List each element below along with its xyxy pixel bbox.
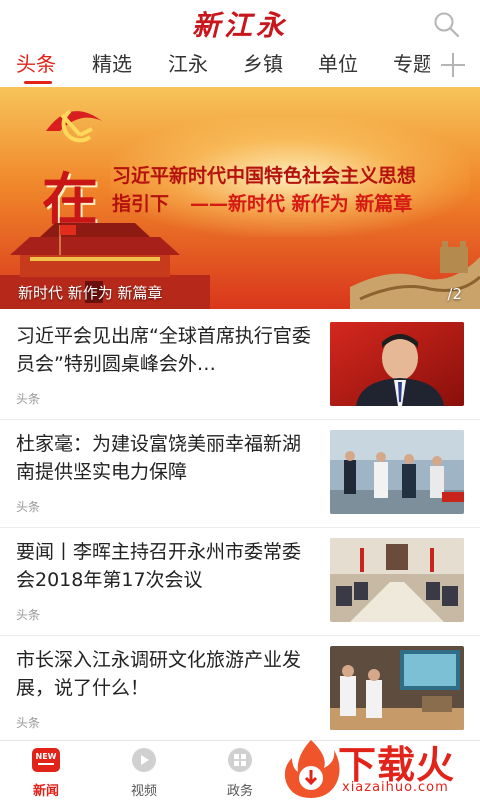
news-list-item[interactable]: 习近平会见出席“全球首席执行官委员会”特别圆桌峰会外… 头条 (0, 312, 480, 420)
tab-towns[interactable]: 乡镇 (243, 48, 283, 77)
nav-video-label: 视频 (130, 784, 157, 799)
nav-news-label: 新闻 (32, 784, 59, 799)
news-tag: 头条 (16, 716, 41, 730)
banner-headline-line2b: ——新时代 新作为 新篇章 (190, 193, 413, 215)
news-title: 市长深入江永调研文化旅游产业发展，说了什么！ (16, 649, 302, 699)
nav-government-label: 政务 (226, 784, 253, 799)
tab-units[interactable]: 单位 (318, 48, 358, 77)
tab-topics[interactable]: 专题 (393, 48, 430, 77)
news-title: 要闻丨李晖主持召开永州市委常委会2018年第17次会议 (16, 541, 302, 591)
watermark: 下载火 xiazaihuo.com (280, 738, 480, 800)
banner-caption: 新时代 新作为 新篇章 (18, 284, 163, 302)
banner-page-counter: /2 (447, 285, 462, 303)
search-icon (434, 12, 460, 38)
watermark-subtitle: xiazaihuo.com (342, 780, 449, 795)
news-tag: 头条 (16, 392, 41, 406)
play-icon (132, 748, 156, 772)
news-thumbnail (330, 538, 464, 622)
conference-room-image (330, 538, 464, 622)
news-tag: 头条 (16, 500, 41, 514)
news-thumbnail (330, 322, 464, 406)
banner-headline-line2a: 指引下 (112, 193, 170, 215)
museum-visit-image (330, 646, 464, 730)
portrait-image (330, 322, 464, 406)
channel-tabs: 头条 精选 江永 乡镇 单位 专题 (0, 48, 430, 86)
news-list-item[interactable]: 杜家毫：为建设富饶美丽幸福新湖南提供坚实电力保障 头条 (0, 420, 480, 528)
nav-government[interactable]: 政务 (210, 747, 270, 799)
news-tag: 头条 (16, 608, 41, 622)
banner-carousel[interactable]: 在 习近平新时代中国特色社会主义思想 指引下 ——新时代 新作为 新篇章 新时代… (0, 87, 480, 309)
add-channel-button[interactable] (438, 50, 468, 80)
plus-icon (441, 53, 465, 77)
tab-featured[interactable]: 精选 (92, 48, 132, 77)
nav-video[interactable]: 视频 (114, 747, 174, 799)
app-header: 新江永 头条 精选 江永 乡镇 单位 专题 (0, 0, 480, 88)
news-title: 杜家毫：为建设富饶美丽幸福新湖南提供坚实电力保障 (16, 433, 302, 483)
party-emblem-icon (46, 109, 102, 143)
news-thumbnail (330, 430, 464, 514)
news-list-item[interactable]: 市长深入江永调研文化旅游产业发展，说了什么！ 头条 (0, 636, 480, 744)
app-logo: 新江永 (191, 9, 288, 42)
news-badge: NEW (36, 752, 57, 761)
news-icon: NEW (32, 748, 60, 772)
active-tab-indicator (24, 81, 52, 84)
nav-news[interactable]: NEW 新闻 (16, 747, 76, 799)
news-title: 习近平会见出席“全球首席执行官委员会”特别圆桌峰会外… (16, 325, 311, 375)
news-list-item[interactable]: 要闻丨李晖主持召开永州市委常委会2018年第17次会议 头条 (0, 528, 480, 636)
flame-logo-icon (284, 740, 340, 798)
search-button[interactable] (432, 10, 462, 40)
tab-jiangyong[interactable]: 江永 (168, 48, 208, 77)
meeting-photo-image (330, 430, 464, 514)
banner-headline-line1: 习近平新时代中国特色社会主义思想 (112, 165, 417, 187)
grid-icon (228, 748, 252, 772)
tab-headlines[interactable]: 头条 (16, 48, 56, 77)
news-thumbnail (330, 646, 464, 730)
